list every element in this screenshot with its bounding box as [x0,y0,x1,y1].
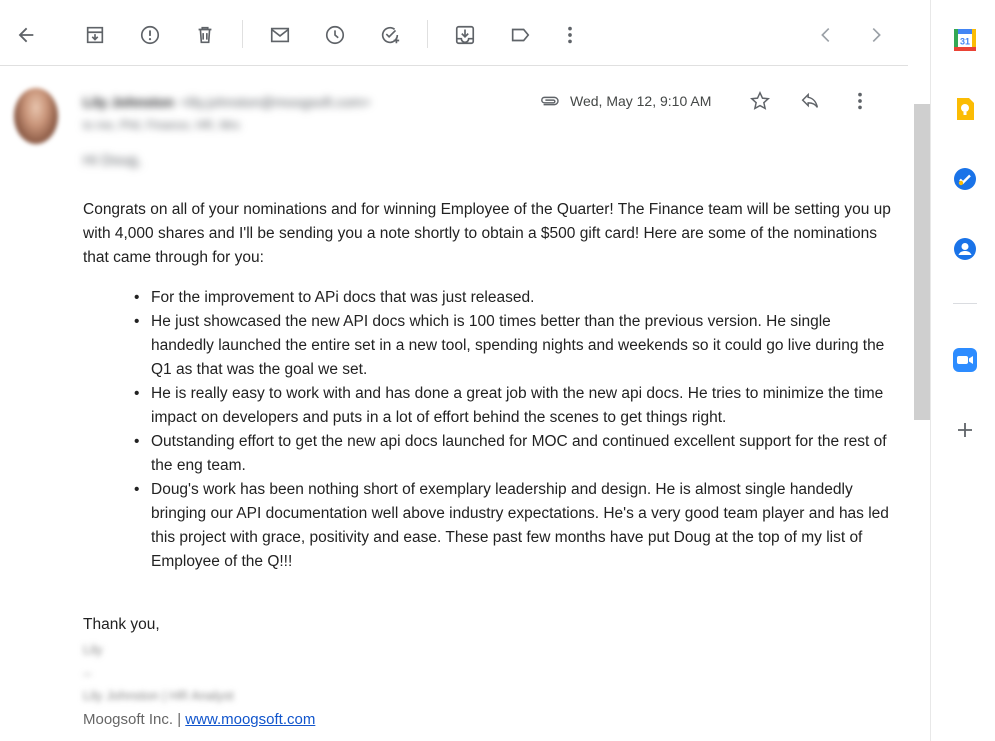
sender-line: Lily Johnston <lily.johnston@moogsoft.com… [83,94,371,110]
avatar[interactable] [14,88,58,144]
toolbar-divider [427,20,428,48]
move-to-icon [455,25,475,45]
more-vert-icon [858,92,862,110]
calendar-icon: 31 [954,29,976,51]
sender-email: <lily.johnston@moogsoft.com> [180,94,371,110]
mark-unread-icon [270,27,290,43]
back-arrow-icon [18,27,34,43]
keep-app-button[interactable] [953,97,977,121]
message-view: Lily Johnston <lily.johnston@moogsoft.com… [0,66,908,741]
signature-footer: Moogsoft Inc. | www.moogsoft.com [83,711,315,728]
attachment-icon [541,96,559,106]
nominations-list: For the improvement to APi docs that was… [134,286,893,574]
archive-button[interactable] [77,17,113,53]
chevron-left-icon [821,27,830,43]
zoom-app-button[interactable] [953,348,977,372]
tasks-icon [954,168,976,190]
delete-button[interactable] [187,17,223,53]
message-meta: Wed, May 12, 9:10 AM [538,86,908,116]
signature-dashes: -- [83,666,92,681]
list-item: He is really easy to work with and has d… [134,382,893,430]
reply-icon [801,92,819,108]
more-vert-icon [568,26,572,44]
website-link[interactable]: www.moogsoft.com [185,711,315,728]
star-button[interactable] [748,89,772,113]
signature-name: Lily [83,642,103,657]
snooze-button[interactable] [317,17,353,53]
intro-paragraph: Congrats on all of your nominations and … [83,201,891,266]
chevron-right-icon [872,27,881,43]
keep-icon [957,98,974,120]
older-button[interactable] [858,17,894,53]
contacts-app-button[interactable] [953,237,977,261]
side-panel-divider [953,303,977,304]
add-icon [958,423,972,437]
zoom-icon [953,348,977,372]
star-icon [750,90,770,110]
add-task-icon [381,26,400,44]
list-item: Outstanding effort to get the new api do… [134,430,893,478]
toolbar-divider [242,20,243,48]
label-icon [511,28,530,42]
reply-button[interactable] [798,89,822,113]
message-body: Congrats on all of your nominations and … [83,198,893,574]
message-more-button[interactable] [848,89,872,113]
list-item: Doug's work has been nothing short of ex… [134,478,893,574]
list-item: For the improvement to APi docs that was… [134,286,893,310]
scrollbar-thumb[interactable] [914,104,930,420]
mark-unread-button[interactable] [262,17,298,53]
back-button[interactable] [8,17,44,53]
calendar-day: 31 [960,37,970,47]
side-panel: 31 [930,0,995,741]
signature-title: Lily Johnston | HR Analyst [83,688,234,703]
add-task-button[interactable] [372,17,408,53]
greeting: Hi Doug, [83,152,142,169]
move-to-button[interactable] [447,17,483,53]
newer-button[interactable] [808,17,844,53]
report-spam-icon [140,25,160,45]
list-item: He just showcased the new API docs which… [134,310,893,382]
signoff: Thank you, [83,616,160,633]
contacts-icon [954,238,976,260]
snooze-icon [325,25,345,45]
calendar-app-button[interactable]: 31 [953,28,977,52]
recipients-line[interactable]: to me, Phil, Finance, HR, Mrs [83,118,240,132]
archive-icon [86,26,104,44]
report-spam-button[interactable] [132,17,168,53]
delete-icon [198,26,212,44]
more-options-button[interactable] [552,17,588,53]
message-date: Wed, May 12, 9:10 AM [570,93,712,109]
sender-name[interactable]: Lily Johnston [83,94,174,110]
message-toolbar [0,0,908,66]
add-addon-button[interactable] [953,418,977,442]
footer-company: Moogsoft Inc. | [83,711,186,728]
label-button[interactable] [502,17,538,53]
tasks-app-button[interactable] [953,167,977,191]
